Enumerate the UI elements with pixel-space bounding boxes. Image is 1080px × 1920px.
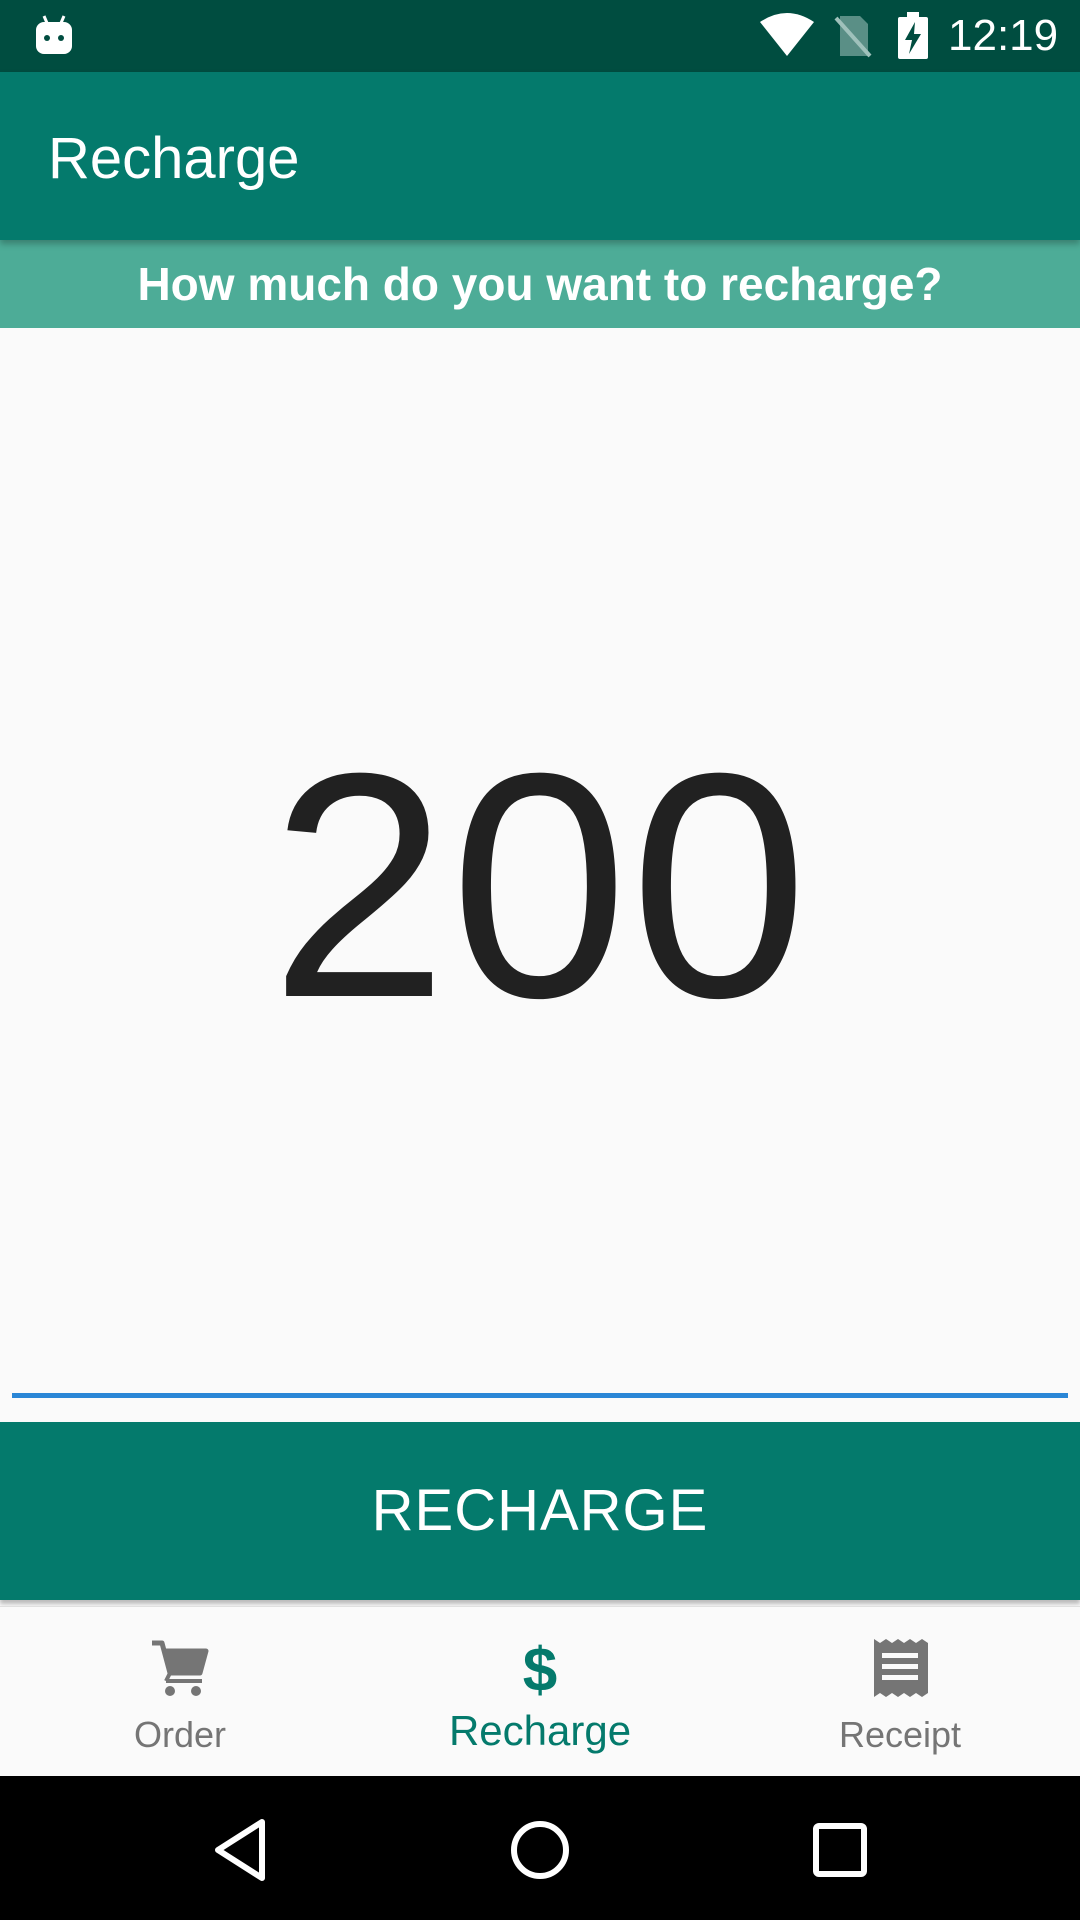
recents-icon[interactable]: [804, 1814, 876, 1886]
amount-input-underline: [12, 1393, 1068, 1398]
recharge-button[interactable]: RECHARGE: [0, 1422, 1080, 1600]
nav-item-order[interactable]: Order: [0, 1607, 360, 1777]
shopping-cart-icon: [152, 1640, 209, 1696]
wifi-icon: [760, 13, 814, 56]
page-title: Recharge: [48, 126, 300, 191]
system-navigation-bar: [0, 1776, 1080, 1920]
nav-item-receipt[interactable]: Receipt: [720, 1607, 1080, 1777]
status-bar: 12:19: [0, 0, 1080, 72]
battery-charging-icon: [898, 12, 928, 59]
receipt-icon: [874, 1639, 928, 1697]
bottom-navigation: Order $ Recharge Receipt: [0, 1606, 1080, 1777]
back-icon[interactable]: [204, 1814, 276, 1886]
nav-label-order: Order: [133, 1714, 227, 1755]
nav-label-receipt: Receipt: [838, 1714, 962, 1755]
recharge-amount-input[interactable]: 200: [0, 700, 1080, 1070]
nav-item-recharge[interactable]: $ Recharge: [360, 1607, 720, 1777]
svg-text:$: $: [523, 1637, 557, 1699]
home-icon[interactable]: [504, 1814, 576, 1886]
no-sim-icon: [834, 16, 872, 58]
app-bar: Recharge: [0, 72, 1080, 240]
status-clock: 12:19: [948, 11, 1059, 60]
dollar-icon: $: [523, 1637, 557, 1699]
recharge-prompt: How much do you want to recharge?: [0, 240, 1080, 328]
android-notification-icon: [36, 15, 72, 54]
nav-label-recharge: Recharge: [448, 1707, 632, 1754]
